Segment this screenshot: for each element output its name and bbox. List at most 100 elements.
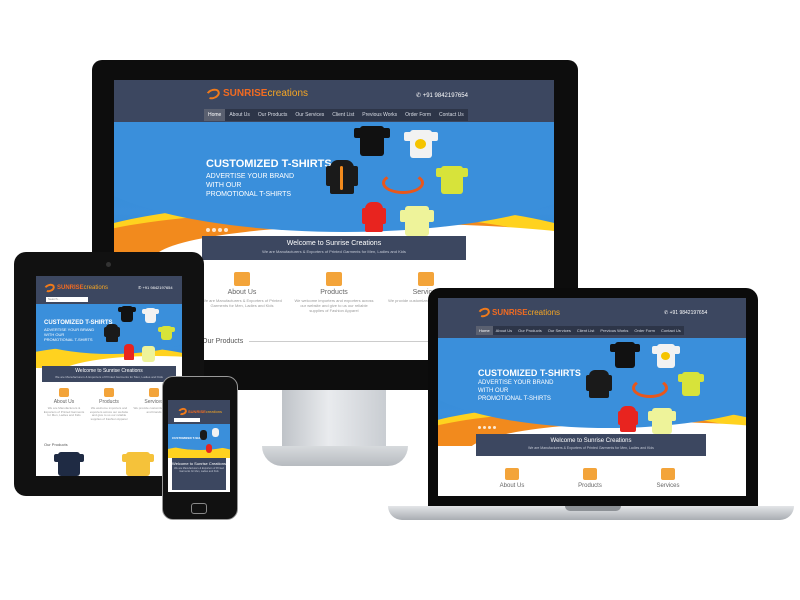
service-label: Services [656,483,680,489]
hero-title: CUSTOMIZED T-SHIRTS [206,158,332,170]
tablet-phone: ✆ +91 9842197654 [138,285,173,290]
welcome-title: Welcome to Sunrise Creations [172,461,226,466]
nav-our-services[interactable]: Our Services [545,326,574,335]
phone-logo[interactable]: SUNRISE creations [177,406,222,417]
tablet-search-input[interactable]: Search... [46,297,88,302]
nav-previous-works[interactable]: Previous Works [597,326,631,335]
main-nav: Home About Us Our Products Our Services … [204,109,468,121]
laptop-notch [565,506,621,511]
phone-site: SUNRISE creations CUSTOMIZED T-SHIRTS We… [168,400,230,492]
service-label: About Us [53,399,75,405]
slider-dots[interactable] [478,426,496,429]
heading-divider [249,340,450,342]
phone-header: SUNRISE creations [168,400,230,424]
nav-order-form[interactable]: Order Form [631,326,658,335]
welcome-text: We are Manufacturers & Exporters of Prin… [262,249,406,254]
nav-client-list[interactable]: Client List [574,326,598,335]
hero-slider[interactable]: CUSTOMIZED T-SHIRTS ADVERTISE YOUR BRAND… [114,122,554,252]
slider-dots[interactable] [206,228,228,232]
slider-dot[interactable] [488,426,491,429]
laptop-hero[interactable]: CUSTOMIZED T-SHIRTS ADVERTISE YOUR BRAND… [438,338,746,446]
tablet-service-about-us[interactable]: About Us We are Manufacturers & Exporter… [42,388,86,418]
laptop-header: SUNRISE creations ✆ +91 9842197654 Home … [438,298,746,338]
layers-icon [418,272,434,286]
hero-subtitle-1: ADVERTISE YOUR BRAND [206,173,295,180]
slider-dot[interactable] [224,228,228,232]
hero-subtitle-2: WITH OUR [478,388,509,394]
laptop-service-products[interactable]: Products [558,468,622,489]
tablet-our-products-heading: Our Products [44,442,68,447]
hero-subtitle-3: PROMOTIONAL T-SHIRTS [478,396,551,402]
nav-about-us[interactable]: About Us [493,326,515,335]
hero-title: CUSTOMIZED T-SHIRTS [478,368,581,378]
tablet-logo[interactable]: SUNRISE creations [42,282,109,294]
hero-subtitle-1: ADVERTISE YOUR BRAND [478,380,554,386]
logo-text-bold: SUNRISE [223,88,268,99]
nav-previous-works[interactable]: Previous Works [358,109,401,121]
slider-dot[interactable] [206,228,210,232]
tablet-header: SUNRISE creations ✆ +91 9842197654 Searc… [36,276,182,304]
phone-search-input[interactable] [174,418,200,422]
slider-dot[interactable] [478,426,481,429]
tablet-service-products[interactable]: Products We welcome importers and export… [87,388,131,421]
nav-order-form[interactable]: Order Form [401,109,435,121]
slider-dot[interactable] [218,228,222,232]
service-products[interactable]: Products We welcome importers and export… [294,272,374,313]
logo-text-bold: SUNRISE [188,409,206,414]
nav-contact-us[interactable]: Contact Us [435,109,468,121]
logo-text-light: creations [527,308,561,317]
our-products-label: Our Products [202,338,244,345]
header-phone: ✆ +91 9842197654 [416,92,468,99]
tablet-hero[interactable]: CUSTOMIZED T-SHIRTS ADVERTISE YOUR BRAND… [36,304,182,368]
welcome-text: We are Manufacturers & Exporters of Prin… [174,467,224,473]
phone-home-button [191,503,207,514]
nav-our-products[interactable]: Our Products [254,109,291,121]
slider-dot[interactable] [493,426,496,429]
monitor-stand-base [262,446,408,466]
service-label: Products [99,399,119,405]
box-icon [104,388,114,397]
people-icon [59,388,69,397]
nav-our-services[interactable]: Our Services [291,109,328,121]
nav-home[interactable]: Home [476,326,493,335]
laptop-service-about-us[interactable]: About Us [480,468,544,489]
nav-contact-us[interactable]: Contact Us [658,326,684,335]
tablet-site: SUNRISE creations ✆ +91 9842197654 Searc… [36,276,182,476]
nav-about-us[interactable]: About Us [225,109,254,121]
welcome-title: Welcome to Sunrise Creations [286,240,382,247]
welcome-title: Welcome to Sunrise Creations [550,438,632,444]
hero-subtitle-3: PROMOTIONAL T-SHIRTS [44,337,93,342]
service-text: We are Manufacturers & Exporters of Prin… [43,406,85,418]
welcome-banner: Welcome to Sunrise Creations We are Manu… [202,236,466,260]
logo-swirl-icon [177,406,188,417]
welcome-text: We are Manufacturers & Exporters of Prin… [55,375,163,379]
logo-text-bold: SUNRISE [492,308,528,317]
phone-number: +91 9842197654 [669,310,708,316]
nav-client-list[interactable]: Client List [328,109,358,121]
site-logo[interactable]: SUNRISE creations [204,86,308,101]
layers-icon [661,468,675,480]
laptop-logo[interactable]: SUNRISE creations [476,306,561,319]
slider-dot[interactable] [483,426,486,429]
people-icon [234,272,250,286]
service-about-us[interactable]: About Us We are Manufacturers & Exporter… [202,272,282,309]
logo-text-light: creations [83,285,109,291]
hero-subtitle-2: WITH OUR [206,182,242,189]
nav-home[interactable]: Home [204,109,226,121]
welcome-title: Welcome to Sunrise Creations [75,368,143,374]
laptop-nav: Home About Us Our Products Our Services … [476,326,684,335]
site-header: SUNRISE creations ✆ +91 9842197654 Home … [114,80,554,122]
phone-hero[interactable]: CUSTOMIZED T-SHIRTS [168,424,230,458]
box-icon [326,272,342,286]
slider-dot[interactable] [212,228,216,232]
hero-title: CUSTOMIZED T-SHIRTS [44,320,113,326]
monitor-stand [282,390,386,450]
box-icon [583,468,597,480]
logo-text-bold: SUNRISE [57,285,84,291]
nav-our-products[interactable]: Our Products [515,326,545,335]
service-text: We welcome importers and exporters acros… [89,406,129,421]
laptop-service-services[interactable]: Services [636,468,700,489]
service-label: Products [320,289,348,296]
hero-subtitle-3: PROMOTIONAL T-SHIRTS [206,191,292,198]
service-text: We are Manufacturers & Exporters of Prin… [202,298,282,308]
